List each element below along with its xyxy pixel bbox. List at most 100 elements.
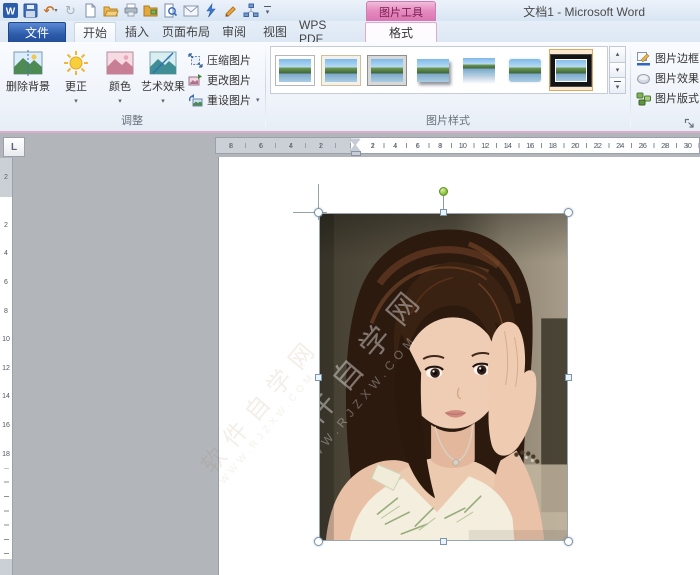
corrections-icon (63, 45, 89, 81)
ruler-number: 22 (587, 138, 610, 153)
ruler-number: 2 (4, 174, 8, 181)
resize-handle-top-left[interactable] (314, 208, 323, 217)
compress-pictures-label: 压缩图片 (207, 52, 251, 68)
horizontal-ruler-margin: 8642 (216, 138, 351, 153)
resize-handle-left[interactable] (315, 374, 322, 381)
picture-effects-label: 图片效果 (655, 70, 699, 86)
picture-styles-gallery (270, 46, 608, 94)
style-thumbnail (551, 55, 591, 86)
gallery-scroll-down-button[interactable]: ▾ (609, 63, 626, 79)
style-thumbnail (368, 56, 406, 85)
style-black-frame[interactable] (549, 49, 593, 91)
ruler-number: 8 (2, 297, 11, 326)
ruler-number: 14 (497, 138, 520, 153)
group-separator (265, 46, 266, 127)
resize-handle-top[interactable] (440, 209, 447, 216)
style-soft-edges[interactable] (503, 49, 547, 91)
style-metal-frame[interactable] (365, 49, 409, 91)
vertical-ruler-text-area: 24681012141618 (0, 197, 12, 559)
selected-picture[interactable]: 软件自学网 WWW.RJZXW.COM (319, 213, 568, 541)
picture-border-icon (636, 51, 651, 66)
picture-layout-button[interactable]: 图片版式 ▾ (636, 89, 700, 107)
style-thumbnail (322, 56, 360, 85)
tab-insert[interactable]: 插入 (118, 22, 156, 41)
ruler-number: 4 (384, 138, 407, 153)
style-thumbnail (276, 56, 314, 85)
style-beveled-frame[interactable] (319, 49, 363, 91)
picture-effects-button[interactable]: 图片效果 ▾ (636, 69, 700, 87)
style-thumbnail (509, 59, 541, 82)
remove-background-icon (13, 45, 43, 81)
ruler-number: 18 (2, 440, 11, 469)
picture-layout-icon (636, 91, 651, 106)
ruler-number: 10 (2, 325, 11, 354)
gallery-more-button[interactable]: ▾ (609, 78, 626, 94)
group-separator (630, 46, 631, 127)
tab-review[interactable]: 审阅 (216, 22, 252, 41)
ruler-number: 18 (542, 138, 565, 153)
style-simple-frame-white[interactable] (273, 49, 317, 91)
tab-format[interactable]: 格式 (365, 22, 437, 43)
picture-border-button[interactable]: 图片边框 ▾ (636, 49, 700, 67)
ruler-number: 4 (2, 240, 11, 269)
page-watermark: 软件自学网 WWW.RJZXW.COM (191, 327, 336, 487)
word-window: W ↶▾ ↻ (0, 0, 700, 575)
tab-home[interactable]: 开始 (74, 22, 116, 43)
ribbon-tab-bar: 文件 开始 插入 页面布局 审阅 视图 WPS PDF 格式 (0, 21, 700, 43)
color-label: 颜色 (109, 81, 131, 94)
compress-pictures-icon (188, 53, 203, 68)
ruler-number: 24 (609, 138, 632, 153)
ruler-number: 6 (2, 268, 11, 297)
gallery-scrollbar: ▴ ▾ ▾ (609, 46, 626, 94)
picture-image: 软件自学网 WWW.RJZXW.COM (319, 213, 568, 541)
tab-file[interactable]: 文件 (8, 22, 66, 43)
vertical-ruler[interactable]: 2 24681012141618 (0, 158, 13, 575)
picture-border-label: 图片边框 (655, 50, 699, 66)
color-dropdown-arrow: ▾ (118, 97, 122, 105)
left-indent-marker[interactable] (351, 151, 361, 156)
resize-handle-bottom[interactable] (440, 538, 447, 545)
ruler-number: 16 (519, 138, 542, 153)
style-drop-shadow[interactable] (411, 49, 455, 91)
ruler-number: 30 (677, 138, 700, 153)
adjust-group-label: 调整 (0, 112, 264, 128)
resize-handle-bottom-right[interactable] (564, 537, 573, 546)
artistic-effects-label: 艺术效果 (141, 81, 185, 94)
ruler-number: 6 (407, 138, 430, 153)
ruler-number: 10 (452, 138, 475, 153)
compress-pictures-button[interactable]: 压缩图片 (188, 51, 251, 69)
ruler-number: 26 (632, 138, 655, 153)
horizontal-ruler[interactable]: 8642 24681012141618202224262830 (215, 137, 700, 154)
corrections-dropdown-arrow: ▾ (74, 97, 78, 105)
reset-picture-button[interactable]: 重设图片 ▾ (188, 91, 260, 109)
reset-picture-label: 重设图片 (207, 92, 251, 108)
style-reflection[interactable] (457, 49, 501, 91)
gallery-scroll-up-button[interactable]: ▴ (609, 46, 626, 63)
tab-wps-pdf[interactable]: WPS PDF (299, 22, 353, 41)
change-picture-button[interactable]: 更改图片 (188, 71, 251, 89)
artistic-effects-dropdown-arrow: ▾ (161, 97, 165, 105)
ruler-number: 2 (362, 138, 385, 153)
rotation-handle[interactable] (439, 187, 448, 196)
tab-page-layout[interactable]: 页面布局 (160, 22, 212, 41)
style-thumbnail (417, 59, 449, 82)
resize-handle-right[interactable] (565, 374, 572, 381)
ruler-number: 8 (216, 138, 246, 153)
document-page[interactable]: 软件自学网 WWW.RJZXW.COM (218, 157, 700, 575)
horizontal-ruler-text-area: 24681012141618202224262830 (351, 138, 700, 153)
corrections-label: 更正 (65, 81, 87, 94)
reset-picture-dropdown-arrow: ▾ (256, 96, 260, 104)
ruler-number: 12 (2, 354, 11, 383)
picture-styles-dialog-launcher[interactable] (684, 116, 695, 127)
ruler-number: 28 (654, 138, 677, 153)
picture-layout-label: 图片版式 (655, 90, 699, 106)
tab-view[interactable]: 视图 (257, 22, 293, 41)
resize-handle-bottom-left[interactable] (314, 537, 323, 546)
reset-picture-icon (188, 93, 203, 108)
change-picture-label: 更改图片 (207, 72, 251, 88)
ribbon: 删除背景 更正 ▾ 颜色 ▾ 艺术效果 ▾ 压缩图片 (0, 42, 700, 133)
resize-handle-top-right[interactable] (564, 208, 573, 217)
artistic-effects-icon (149, 45, 177, 81)
tab-selector[interactable]: L (3, 137, 25, 157)
ruler-number: 2 (306, 138, 336, 153)
